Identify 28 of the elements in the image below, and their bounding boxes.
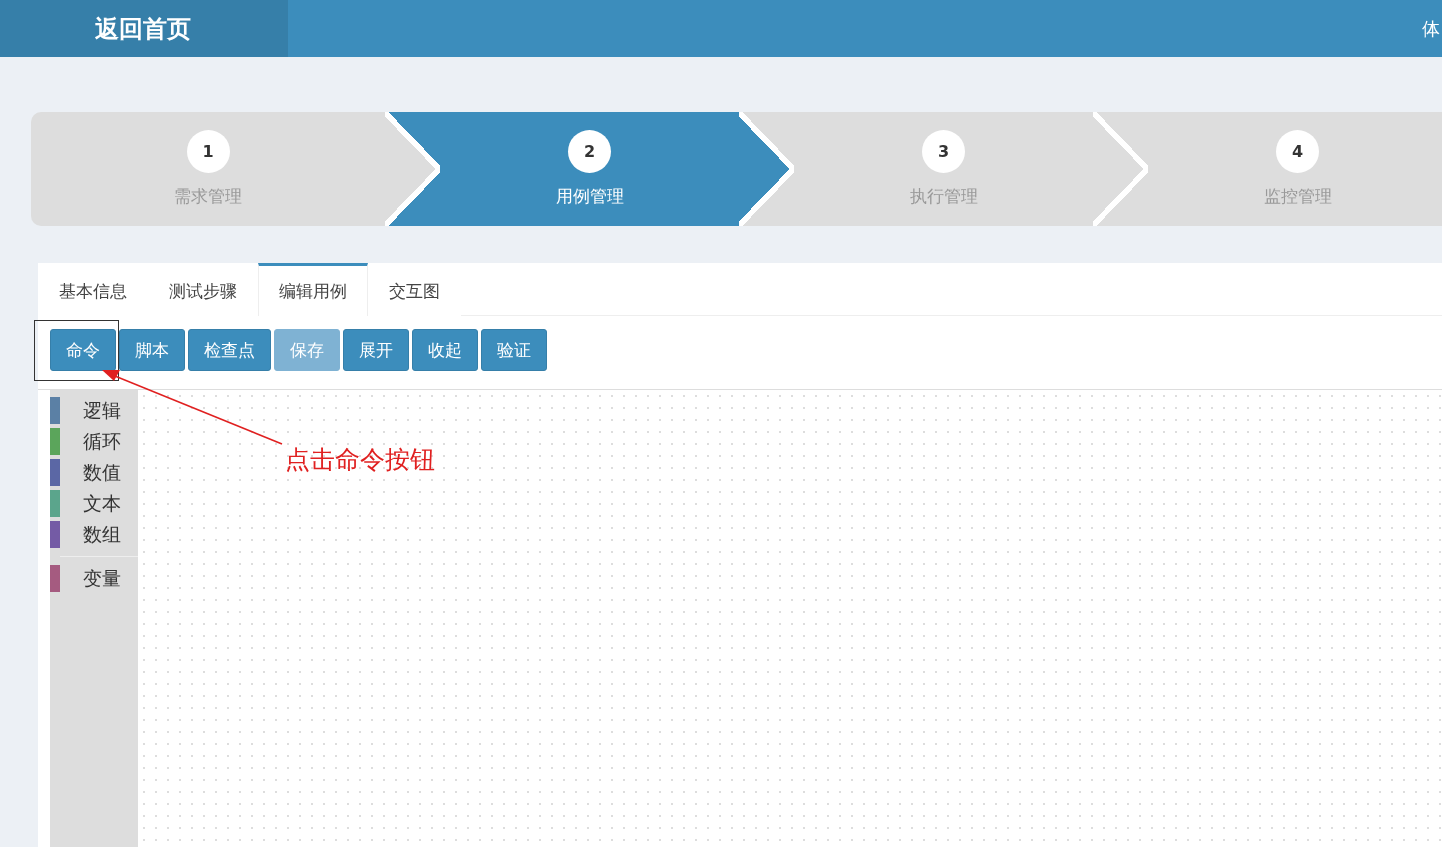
step[interactable]: 2 用例管理 — [385, 112, 739, 226]
home-link[interactable]: 返回首页 — [0, 0, 288, 57]
category-item[interactable]: 文本 — [83, 490, 121, 517]
tab[interactable]: 编辑用例 — [258, 263, 368, 316]
toolbar-button[interactable]: 命令 — [50, 329, 116, 371]
category-item[interactable]: 循环 — [83, 428, 121, 455]
step[interactable]: 3 执行管理 — [739, 112, 1093, 226]
step-label: 执行管理 — [909, 185, 978, 208]
category-item[interactable]: 数组 — [83, 521, 121, 548]
category-item[interactable]: 逻辑 — [83, 397, 121, 424]
toolbar-button[interactable]: 检查点 — [188, 329, 271, 371]
category-item[interactable]: 数值 — [83, 459, 121, 486]
step-label: 用例管理 — [555, 185, 624, 208]
toolbar-button[interactable]: 验证 — [481, 329, 547, 371]
step[interactable]: 1 需求管理 — [31, 112, 385, 226]
toolbar-button[interactable]: 展开 — [343, 329, 409, 371]
step[interactable]: 4 监控管理 — [1093, 112, 1442, 226]
step-number: 3 — [922, 130, 965, 173]
annotation-text: 点击命令按钮 — [285, 444, 435, 476]
step-label: 需求管理 — [174, 185, 242, 208]
step-label: 监控管理 — [1263, 185, 1332, 208]
step-number: 1 — [186, 130, 230, 173]
toolbar-button[interactable]: 收起 — [412, 329, 478, 371]
category-item[interactable]: 变量 — [83, 565, 121, 592]
step-number: 2 — [568, 130, 611, 173]
user-name: 体 — [1422, 16, 1440, 41]
step-number: 4 — [1276, 130, 1319, 173]
toolbar-button[interactable]: 脚本 — [119, 329, 185, 371]
